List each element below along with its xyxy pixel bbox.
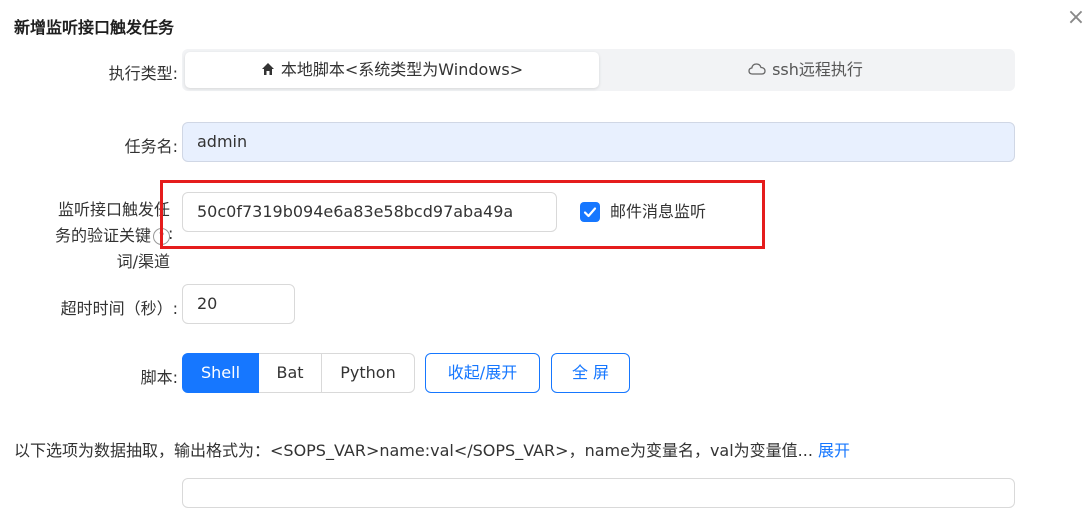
- exec-type-local-option[interactable]: 本地脚本<系统类型为Windows>: [185, 52, 599, 88]
- collapse-expand-button[interactable]: 收起/展开: [425, 353, 540, 393]
- cloud-icon: [748, 63, 766, 75]
- exec-type-ssh-label: ssh远程执行: [772, 60, 863, 79]
- dialog-title: 新增监听接口触发任务: [14, 18, 175, 37]
- extract-note-text: 以下选项为数据抽取，输出格式为：<SOPS_VAR>name:val</SOPS…: [14, 441, 813, 460]
- task-name-label: 任务名:: [124, 137, 178, 156]
- keyword-label: 监听接口触发任 务的验证关键? 词/渠道: [10, 197, 170, 275]
- keyword-label-line1: 监听接口触发任: [57, 200, 170, 219]
- exec-type-local-label: 本地脚本<系统类型为Windows>: [280, 60, 524, 79]
- home-icon: [261, 63, 274, 75]
- highlight-box: [160, 180, 765, 249]
- fullscreen-button[interactable]: 全 屏: [551, 353, 630, 393]
- lang-bat-button[interactable]: Bat: [259, 353, 322, 393]
- close-icon[interactable]: ×: [1064, 6, 1085, 30]
- timeout-input[interactable]: 20: [182, 284, 295, 324]
- timeout-label: 超时时间（秒）:: [60, 299, 178, 318]
- keyword-label-line3: 词/渠道: [116, 252, 170, 271]
- exec-type-segmented: 本地脚本<系统类型为Windows> ssh远程执行: [182, 49, 1015, 91]
- lang-python-button[interactable]: Python: [322, 353, 415, 393]
- exec-type-ssh-option[interactable]: ssh远程执行: [599, 52, 1012, 88]
- keyword-label-line2-text: 务的验证关键: [54, 226, 151, 245]
- extract-note: 以下选项为数据抽取，输出格式为：<SOPS_VAR>name:val</SOPS…: [14, 437, 850, 461]
- keyword-label-line2: 务的验证关键?: [10, 223, 170, 249]
- script-label: 脚本:: [140, 368, 178, 387]
- extract-expand-link[interactable]: 展开: [818, 441, 850, 460]
- lang-shell-button[interactable]: Shell: [182, 353, 259, 393]
- exec-type-label: 执行类型:: [108, 64, 178, 83]
- task-name-input[interactable]: admin: [182, 122, 1015, 162]
- extract-input[interactable]: [182, 478, 1015, 508]
